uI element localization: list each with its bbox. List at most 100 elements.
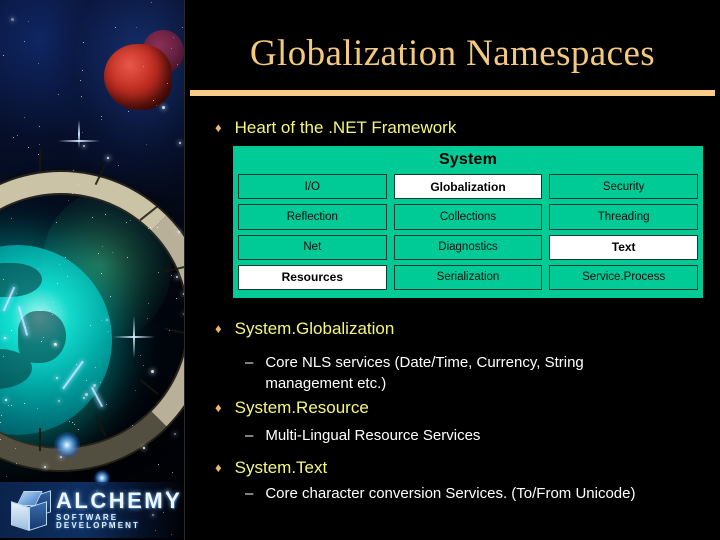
star — [11, 218, 12, 219]
star — [101, 115, 102, 117]
decorative-space-artwork: ALCHEMY SOFTWARE DEVELOPMENT — [0, 0, 185, 540]
dash-bullet-icon: – — [245, 354, 254, 371]
namespace-cell: Net — [238, 234, 387, 260]
star — [23, 40, 25, 42]
subbullet-text-detail-label: Core character conversion Services. (To/… — [265, 485, 636, 502]
title-divider-rule — [190, 90, 715, 96]
namespace-cell: Service.Process — [549, 264, 698, 290]
star — [38, 125, 40, 127]
namespace-cell: Serialization — [393, 264, 543, 290]
star — [80, 95, 82, 97]
subbullet-globalization-detail: – Core NLS services (Date/Time, Currency… — [245, 352, 670, 394]
star — [91, 216, 93, 218]
page-title: Globalization Namespaces — [249, 33, 656, 74]
star — [67, 199, 69, 201]
table-header-system: System — [438, 151, 498, 168]
namespace-cell: Resources — [238, 264, 387, 290]
namespace-cell-grid: I/O Globalization Security Reflection Collec… — [238, 174, 698, 290]
slide: ALCHEMY SOFTWARE DEVELOPMENT Globalizati… — [0, 0, 720, 540]
star — [7, 404, 9, 406]
namespace-cell: Threading — [549, 204, 698, 230]
logo-tagline: SOFTWARE DEVELOPMENT — [56, 513, 140, 530]
star — [82, 41, 84, 43]
star — [24, 327, 26, 328]
star — [44, 465, 47, 468]
star — [114, 26, 116, 28]
diamond-bullet-icon: ♦ — [215, 400, 222, 415]
bullet-system-text-label: System.Text — [234, 458, 328, 477]
star — [68, 420, 70, 422]
bullet-heart-of-framework: ♦ Heart of the .NET Framework — [215, 118, 456, 138]
subbullet-text-detail: – Core character conversion Services. (T… — [245, 483, 670, 504]
star — [79, 79, 81, 81]
stargate-ring-shadow — [0, 172, 185, 470]
star — [112, 251, 114, 253]
star — [71, 422, 73, 424]
star — [15, 293, 17, 294]
star — [10, 405, 12, 406]
red-asteroid — [104, 44, 172, 110]
star — [142, 65, 144, 67]
star — [55, 377, 58, 379]
star — [129, 219, 131, 221]
star — [10, 17, 14, 21]
system-namespace-table: System I/O Globalization Security Reflectio… — [233, 146, 703, 298]
ring-segment — [39, 428, 41, 451]
subbullet-globalization-detail-label: Core NLS services (Date/Time, Currency, … — [265, 354, 584, 392]
star — [169, 329, 171, 331]
namespace-cell: Text — [549, 234, 698, 260]
star — [157, 463, 159, 465]
star — [64, 256, 66, 258]
star — [175, 275, 178, 278]
star — [51, 314, 53, 316]
diamond-bullet-icon: ♦ — [215, 120, 222, 135]
sparkle-star — [58, 120, 100, 148]
star — [10, 329, 12, 331]
star — [66, 275, 68, 277]
star — [105, 319, 108, 322]
namespace-cell: Reflection — [238, 204, 387, 230]
star — [173, 226, 175, 228]
star — [153, 99, 154, 101]
namespace-cell: I/O — [238, 174, 387, 200]
star — [85, 379, 87, 381]
star — [57, 93, 59, 95]
diamond-bullet-icon: ♦ — [215, 321, 222, 336]
bullet-heart-of-framework-label: Heart of the .NET Framework — [234, 118, 457, 137]
bullet-system-text: ♦ System.Text — [215, 458, 327, 478]
star — [40, 341, 42, 343]
subbullet-resource-detail-label: Multi-Lingual Resource Services — [265, 427, 481, 444]
star — [73, 423, 75, 425]
namespace-cell: Collections — [393, 204, 543, 230]
star — [37, 268, 39, 270]
star — [75, 364, 77, 366]
star — [178, 141, 181, 144]
bullet-system-resource-label: System.Resource — [234, 398, 369, 417]
star — [89, 324, 91, 326]
dash-bullet-icon: – — [245, 427, 254, 444]
alchemy-logo: ALCHEMY SOFTWARE DEVELOPMENT — [0, 482, 185, 538]
namespace-cell: Globalization — [393, 174, 543, 200]
star — [170, 274, 172, 276]
star — [101, 246, 103, 247]
dash-bullet-icon: – — [245, 485, 254, 502]
namespace-cell: Security — [549, 174, 698, 200]
star — [131, 425, 133, 426]
bullet-system-globalization: ♦ System.Globalization — [215, 319, 394, 339]
cube-icon — [8, 490, 52, 531]
star — [149, 226, 151, 228]
bullet-system-globalization-label: System.Globalization — [234, 319, 395, 338]
namespace-cell: Diagnostics — [393, 234, 543, 260]
logo-wordmark: ALCHEMY — [56, 488, 183, 513]
star — [105, 404, 107, 405]
ring-segment — [39, 149, 41, 172]
diamond-bullet-icon: ♦ — [215, 460, 222, 475]
panel-divider — [184, 0, 185, 540]
star — [3, 278, 5, 280]
blue-star-glow — [54, 432, 80, 458]
sparkle-star — [113, 316, 155, 358]
star — [81, 69, 83, 71]
subbullet-resource-detail: – Multi-Lingual Resource Services — [245, 425, 670, 446]
star — [150, 1, 152, 3]
bullet-system-resource: ♦ System.Resource — [215, 398, 369, 418]
